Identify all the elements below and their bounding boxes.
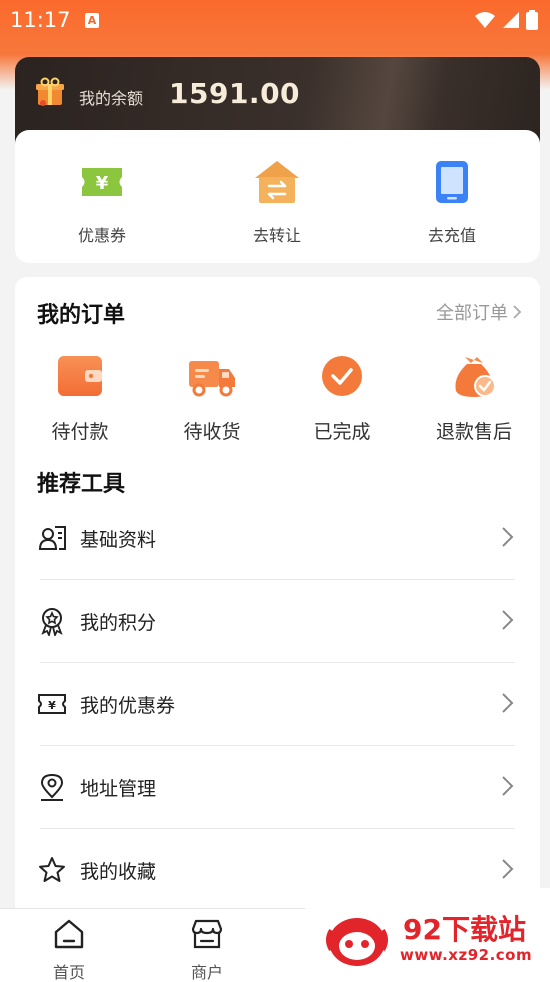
tab-home[interactable]: 首页 (34, 917, 104, 982)
status-indicators (474, 10, 538, 30)
orders-card: 我的订单 全部订单 待付款 待收货 已完成 退款售后 推荐工具 基础资料 我的积… (15, 277, 540, 917)
tool-address-label: 地址管理 (80, 778, 157, 800)
watermark-title: 92下载站 (403, 913, 526, 946)
signal-icon (503, 12, 519, 28)
money-bag-icon (455, 357, 496, 397)
coupon-label: 优惠券 (77, 226, 126, 245)
tool-profile-label: 基础资料 (80, 529, 157, 551)
wallet-icon (58, 356, 102, 396)
order-pending-payment-label: 待付款 (51, 421, 109, 443)
tab-merchant-label: 商户 (190, 963, 223, 982)
tool-row-address[interactable]: 地址管理 (40, 746, 515, 829)
tool-row-points[interactable]: 我的积分 (40, 580, 515, 663)
order-completed[interactable]: 已完成 (287, 353, 397, 444)
location-pin-icon (40, 773, 64, 801)
notification-icon: A (85, 13, 99, 28)
tab-home-label: 首页 (52, 963, 85, 982)
chevron-right-icon (502, 693, 514, 713)
order-pending-receipt[interactable]: 待收货 (157, 353, 267, 444)
tool-favorites-label: 我的收藏 (80, 861, 157, 883)
coupon-icon: ¥ (82, 168, 122, 196)
tools-title: 推荐工具 (37, 472, 126, 497)
quick-actions-card: ¥ 优惠券 去转让 去充值 (15, 130, 540, 263)
order-refund-label: 退款售后 (435, 421, 512, 443)
all-orders-link[interactable]: 全部订单 (436, 299, 522, 325)
recharge-action[interactable]: 去充值 (402, 158, 502, 246)
recharge-label: 去充值 (427, 226, 476, 245)
coupon-action[interactable]: ¥ 优惠券 (52, 158, 152, 246)
chevron-right-icon (502, 610, 514, 630)
gift-box-icon (36, 77, 64, 106)
watermark-overlay: 92下载站 www.xz92.com (305, 888, 550, 982)
chevron-right-icon (513, 305, 522, 319)
profile-card-icon (38, 526, 66, 550)
transfer-action[interactable]: 去转让 (227, 158, 327, 246)
tool-coupons-label: 我的优惠券 (80, 695, 176, 717)
tool-points-label: 我的积分 (80, 612, 157, 634)
order-refund[interactable]: 退款售后 (419, 353, 529, 444)
medal-icon (41, 608, 63, 636)
check-circle-icon (322, 356, 362, 396)
svg-text:¥: ¥ (96, 173, 109, 194)
order-pending-receipt-label: 待收货 (183, 421, 241, 443)
transfer-label: 去转让 (252, 226, 301, 245)
home-icon (54, 919, 84, 949)
status-time: 11:17 (10, 8, 71, 32)
recharge-phone-icon (436, 161, 468, 203)
tool-row-profile[interactable]: 基础资料 (38, 497, 515, 580)
svg-text:¥: ¥ (48, 699, 56, 712)
status-bar: 11:17 A (0, 0, 550, 44)
watermark-url: www.xz92.com (400, 946, 533, 964)
order-completed-label: 已完成 (313, 421, 371, 443)
wifi-icon (475, 12, 495, 28)
store-icon (191, 919, 223, 949)
tab-merchant[interactable]: 商户 (172, 917, 242, 982)
balance-value: 1591.00 (169, 77, 301, 110)
battery-icon (526, 10, 538, 30)
truck-icon (189, 361, 235, 397)
transfer-icon (255, 161, 299, 203)
orders-title: 我的订单 (37, 303, 126, 328)
order-pending-payment[interactable]: 待付款 (25, 353, 135, 444)
chevron-right-icon (502, 859, 514, 879)
balance-label: 我的余额 (79, 89, 144, 108)
chevron-right-icon (502, 776, 514, 796)
chevron-right-icon (502, 527, 514, 547)
ticket-icon: ¥ (38, 694, 66, 714)
tool-row-coupons[interactable]: ¥ 我的优惠券 (38, 663, 515, 746)
all-orders-label: 全部订单 (436, 303, 508, 324)
star-icon (39, 857, 65, 882)
watermark-logo-icon (326, 918, 388, 966)
